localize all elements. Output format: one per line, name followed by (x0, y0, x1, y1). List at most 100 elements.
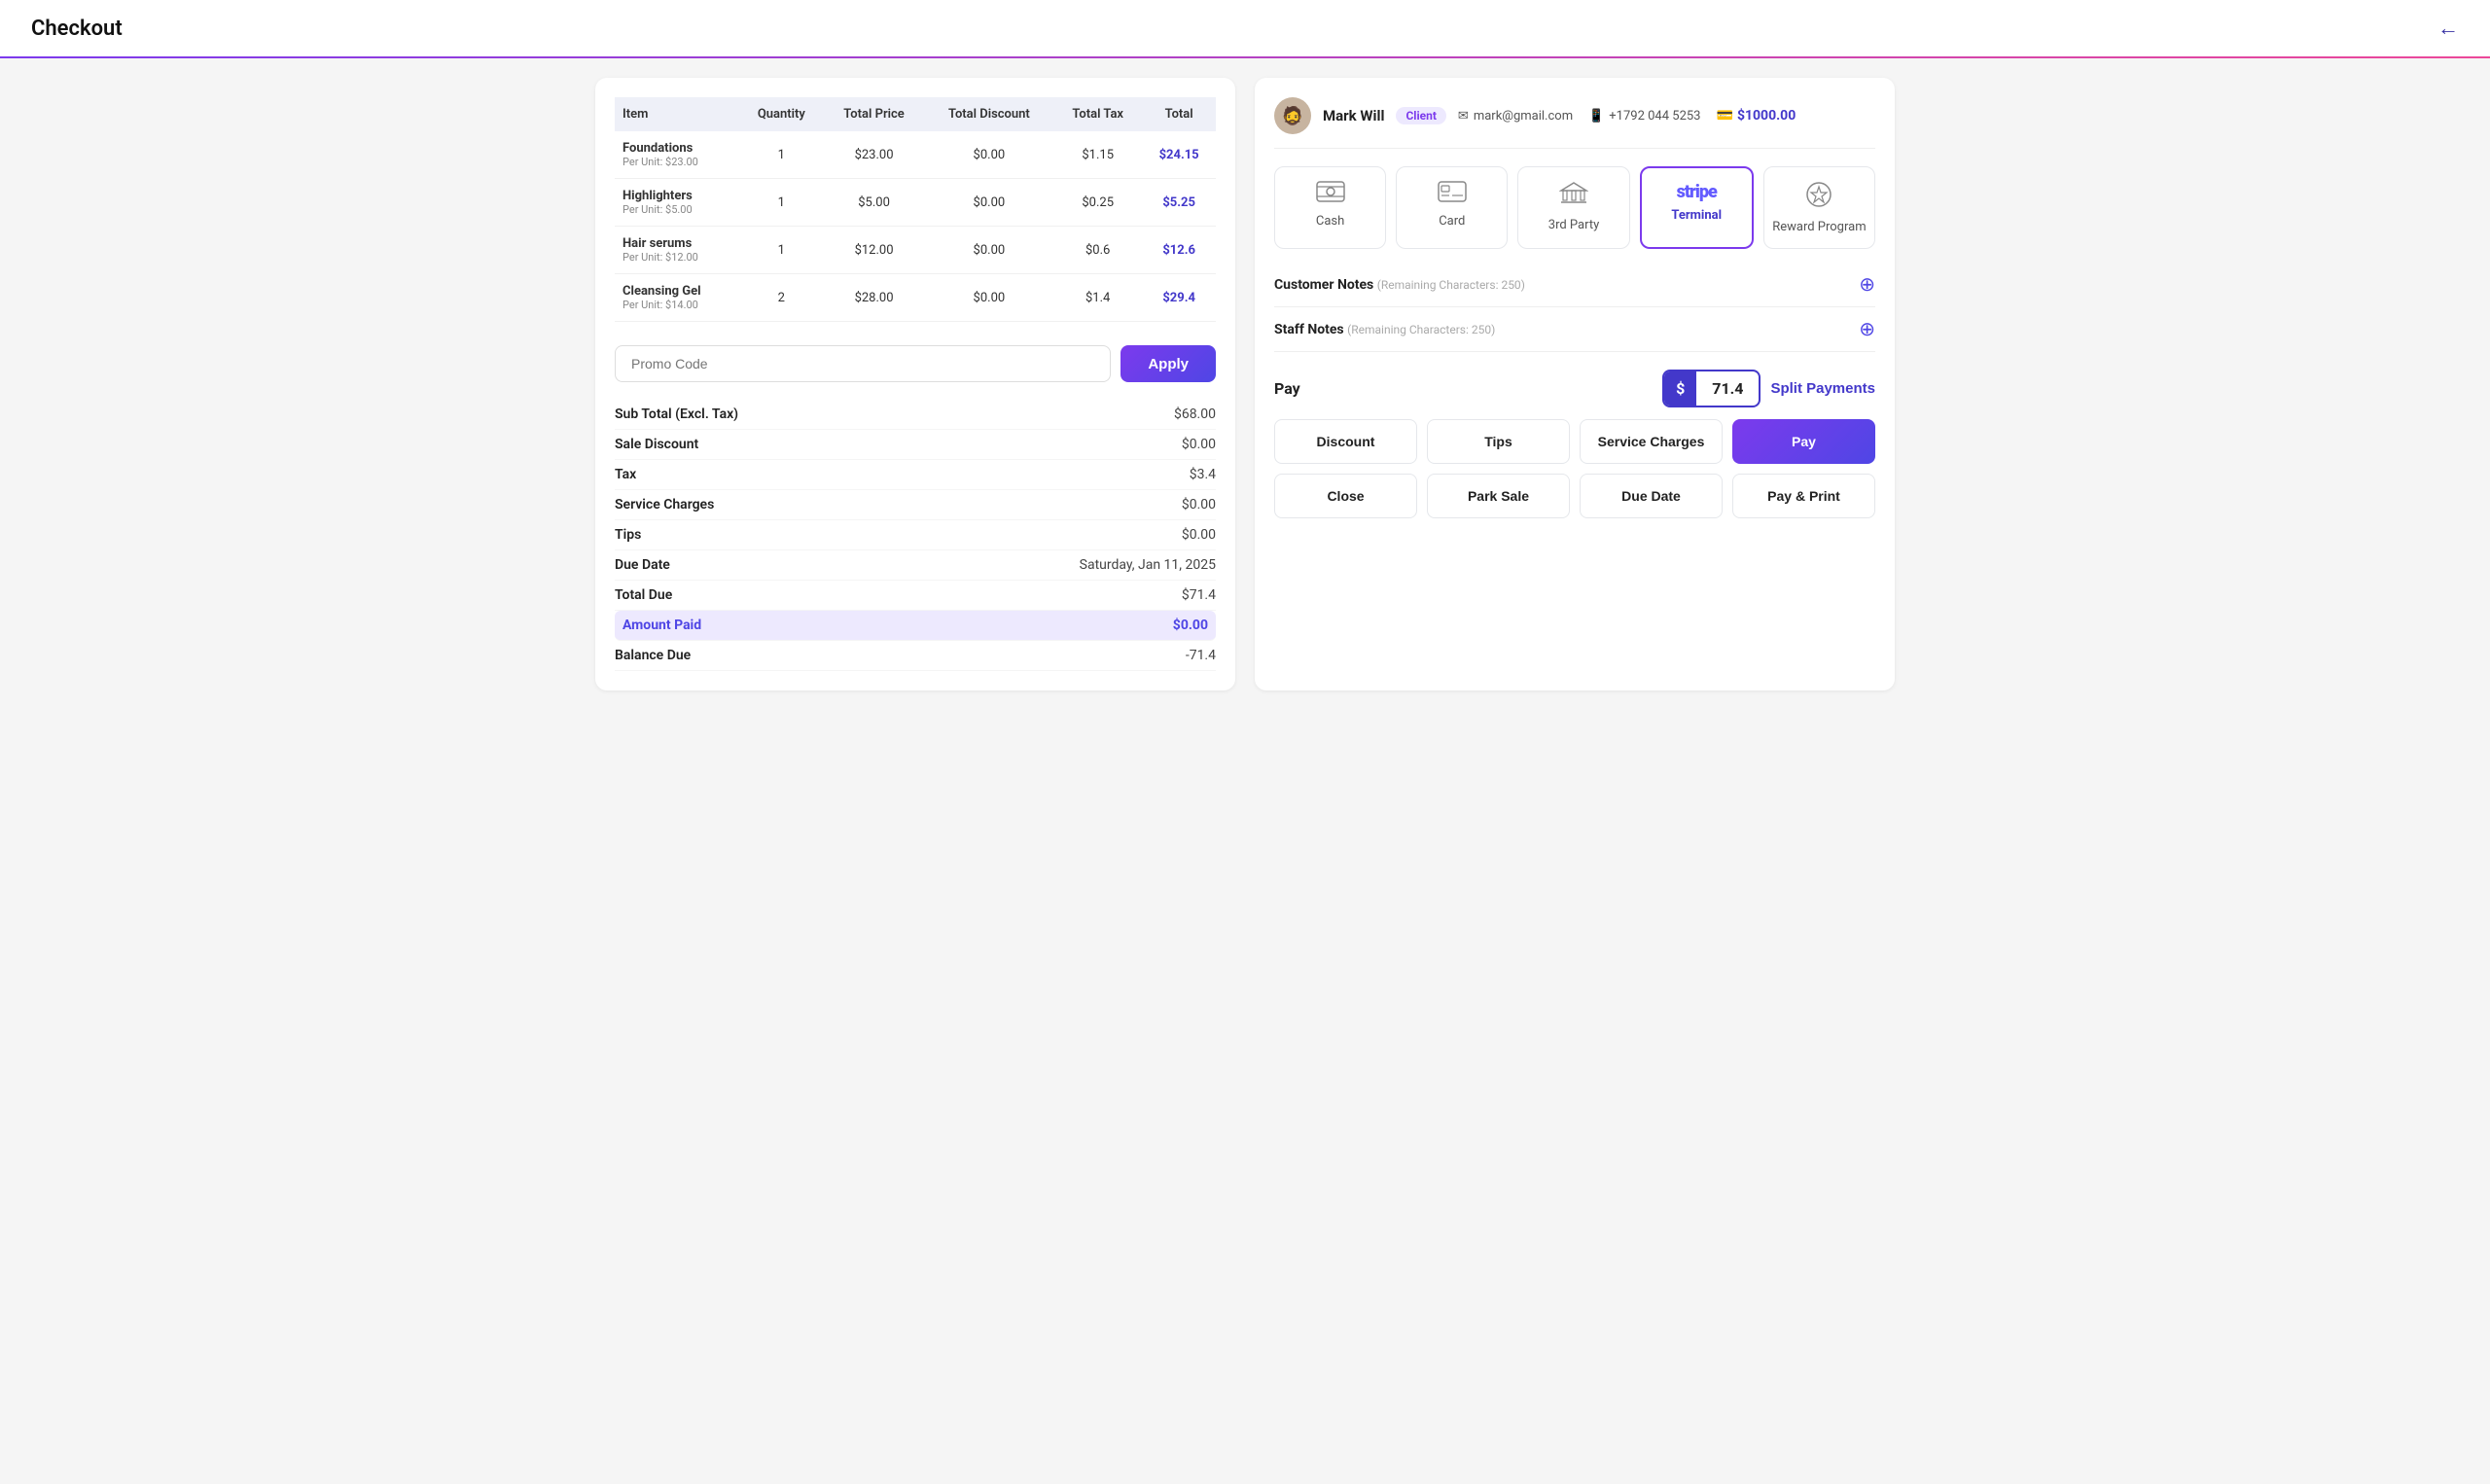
customer-phone: 📱 +1792 044 5253 (1588, 109, 1700, 124)
customer-notes-row: Customer Notes (Remaining Characters: 25… (1274, 272, 1875, 307)
col-total: Total (1142, 97, 1216, 131)
customer-notes-label: Customer Notes (Remaining Characters: 25… (1274, 277, 1525, 293)
summary-value: $0.00 (1182, 527, 1216, 543)
summary-label: Tips (615, 527, 641, 543)
bank-icon (1559, 181, 1588, 212)
summary-label: Total Due (615, 587, 672, 603)
item-cell: Highlighters Per Unit: $5.00 (615, 179, 739, 227)
discount-cell: $0.00 (925, 227, 1054, 274)
summary-label: Amount Paid (622, 618, 701, 633)
pay-method-label: 3rd Party (1548, 218, 1599, 232)
staff-notes-row: Staff Notes (Remaining Characters: 250) … (1274, 317, 1875, 352)
quantity-cell: 1 (739, 179, 823, 227)
summary-row: Total Due $71.4 (615, 581, 1216, 611)
back-button[interactable]: ← (2437, 16, 2459, 41)
col-discount: Total Discount (925, 97, 1054, 131)
summary-value: $68.00 (1174, 406, 1216, 422)
summary-value: $0.00 (1173, 618, 1208, 633)
customer-balance: 💳 $1000.00 (1717, 108, 1796, 124)
tax-cell: $1.15 (1053, 131, 1142, 179)
summary-section: Sub Total (Excl. Tax) $68.00 Sale Discou… (615, 400, 1216, 671)
phone-icon: 📱 (1588, 109, 1604, 124)
col-price: Total Price (823, 97, 924, 131)
page-title: Checkout (31, 17, 123, 41)
discount-button[interactable]: Discount (1274, 419, 1417, 464)
customer-bar: 🧔 Mark Will Client ✉ mark@gmail.com 📱 +1… (1274, 97, 1875, 149)
pay-amount-value: 71.4 (1696, 371, 1759, 406)
discount-cell: $0.00 (925, 131, 1054, 179)
promo-input[interactable] (615, 345, 1111, 382)
summary-label: Service Charges (615, 497, 714, 512)
staff-notes-label: Staff Notes (Remaining Characters: 250) (1274, 322, 1495, 337)
pay-currency: $ (1664, 371, 1696, 406)
summary-label: Sale Discount (615, 437, 698, 452)
total-cell: $29.4 (1142, 274, 1216, 322)
discount-cell: $0.00 (925, 179, 1054, 227)
total-cell: $5.25 (1142, 179, 1216, 227)
tax-cell: $1.4 (1053, 274, 1142, 322)
pay-method-label: Card (1439, 214, 1465, 229)
cash-icon (1316, 181, 1345, 208)
summary-row: Amount Paid $0.00 (615, 611, 1216, 641)
pay-print-button[interactable]: Pay & Print (1732, 474, 1875, 518)
summary-value: Saturday, Jan 11, 2025 (1080, 557, 1216, 573)
summary-value: $0.00 (1182, 437, 1216, 452)
customer-name: Mark Will (1323, 107, 1384, 124)
pay-method-cash[interactable]: Cash (1274, 166, 1386, 249)
summary-row: Tax $3.4 (615, 460, 1216, 490)
table-row: Cleansing Gel Per Unit: $14.00 2 $28.00 … (615, 274, 1216, 322)
summary-row: Due Date Saturday, Jan 11, 2025 (615, 550, 1216, 581)
tax-cell: $0.25 (1053, 179, 1142, 227)
pay-method-label: Cash (1316, 214, 1344, 229)
split-payments-button[interactable]: Split Payments (1770, 380, 1875, 397)
client-badge: Client (1396, 107, 1445, 124)
customer-notes-add-button[interactable]: ⊕ (1859, 272, 1875, 297)
customer-info: ✉ mark@gmail.com 📱 +1792 044 5253 💳 $100… (1458, 108, 1796, 124)
pay-method-label: Terminal (1671, 208, 1722, 223)
service-charges-button[interactable]: Service Charges (1580, 419, 1723, 464)
summary-value: $71.4 (1182, 587, 1216, 603)
park-sale-button[interactable]: Park Sale (1427, 474, 1570, 518)
tax-cell: $0.6 (1053, 227, 1142, 274)
right-panel: 🧔 Mark Will Client ✉ mark@gmail.com 📱 +1… (1255, 78, 1895, 690)
card-icon (1438, 181, 1467, 208)
pay-button[interactable]: Pay (1732, 419, 1875, 464)
apply-button[interactable]: Apply (1120, 345, 1216, 382)
pay-method-reward[interactable]: Reward Program (1763, 166, 1875, 249)
price-cell: $28.00 (823, 274, 924, 322)
wallet-icon: 💳 (1717, 108, 1733, 124)
stripe-icon: stripe (1677, 182, 1717, 202)
pay-method-3rdparty[interactable]: 3rd Party (1517, 166, 1629, 249)
notes-section: Customer Notes (Remaining Characters: 25… (1274, 272, 1875, 352)
summary-value: $0.00 (1182, 497, 1216, 512)
col-tax: Total Tax (1053, 97, 1142, 131)
quantity-cell: 1 (739, 227, 823, 274)
discount-cell: $0.00 (925, 274, 1054, 322)
price-cell: $23.00 (823, 131, 924, 179)
pay-method-card[interactable]: Card (1396, 166, 1508, 249)
total-cell: $24.15 (1142, 131, 1216, 179)
close-button[interactable]: Close (1274, 474, 1417, 518)
quantity-cell: 1 (739, 131, 823, 179)
summary-value: -71.4 (1186, 648, 1216, 663)
due-date-button[interactable]: Due Date (1580, 474, 1723, 518)
summary-label: Due Date (615, 557, 670, 573)
reward-icon (1805, 181, 1832, 214)
staff-notes-add-button[interactable]: ⊕ (1859, 317, 1875, 341)
item-cell: Foundations Per Unit: $23.00 (615, 131, 739, 179)
table-row: Highlighters Per Unit: $5.00 1 $5.00 $0.… (615, 179, 1216, 227)
left-panel: Item Quantity Total Price Total Discount… (595, 78, 1235, 690)
col-item: Item (615, 97, 739, 131)
summary-row: Balance Due -71.4 (615, 641, 1216, 671)
summary-label: Sub Total (Excl. Tax) (615, 406, 738, 422)
summary-row: Tips $0.00 (615, 520, 1216, 550)
pay-amount-box: $ 71.4 (1662, 370, 1761, 407)
pay-label: Pay (1274, 379, 1653, 398)
avatar: 🧔 (1274, 97, 1311, 134)
pay-method-terminal[interactable]: stripe Terminal (1640, 166, 1754, 249)
col-quantity: Quantity (739, 97, 823, 131)
table-row: Foundations Per Unit: $23.00 1 $23.00 $0… (615, 131, 1216, 179)
table-row: Hair serums Per Unit: $12.00 1 $12.00 $0… (615, 227, 1216, 274)
price-cell: $12.00 (823, 227, 924, 274)
tips-button[interactable]: Tips (1427, 419, 1570, 464)
